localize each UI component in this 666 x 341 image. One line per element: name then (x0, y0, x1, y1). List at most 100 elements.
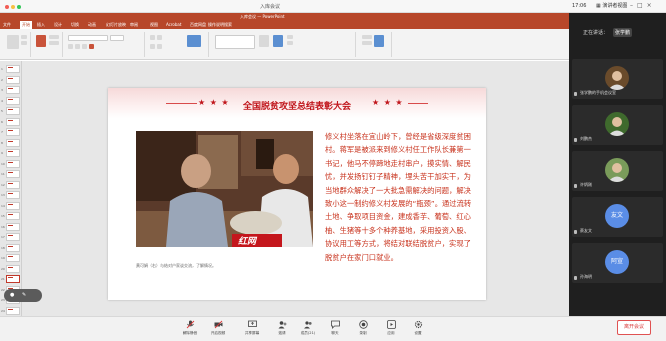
participant-card[interactable]: 刘鹏杰 (572, 105, 663, 145)
slide-thumbnail[interactable] (6, 159, 20, 168)
smartart-icon[interactable] (187, 35, 201, 47)
ribbon-tab[interactable]: Acrobat (166, 22, 181, 27)
slide-thumbnail[interactable] (6, 264, 20, 273)
toolbar-button[interactable]: 开启视频 (206, 320, 230, 340)
ribbon-tab[interactable]: 百度网盘 (190, 22, 206, 28)
font-family-select[interactable] (68, 35, 108, 41)
slide-thumbnail[interactable] (6, 201, 20, 210)
ribbon-tabs: 文件 开始 插入 设计 切换 动画 幻灯片放映 审阅 视图 Acrobat 百度网盘 操作说明搜索 (0, 21, 569, 29)
font-color-icon[interactable] (89, 44, 94, 49)
slide-thumbnail[interactable] (6, 117, 20, 126)
close-icon[interactable]: × (647, 2, 656, 9)
slide-thumbnail[interactable] (6, 149, 20, 157)
toolbar-button[interactable]: 录制 (351, 320, 375, 340)
slide-thumbnail[interactable] (6, 170, 20, 178)
slide-thumbnail[interactable] (6, 254, 20, 262)
window-controls[interactable]: –□× (630, 2, 656, 9)
quick-styles-icon[interactable] (273, 35, 283, 47)
slide-thumbnail[interactable] (6, 65, 20, 73)
ribbon-tab[interactable]: 操作说明搜索 (208, 22, 232, 28)
participant-card[interactable]: 许炳刚 (572, 151, 663, 191)
slide[interactable]: ★ ★ ★ ★ ★ ★ 全国脱贫攻坚总结表彰大会 红网 黄可娟（右）与结对户家谈… (108, 88, 486, 300)
maximize-icon[interactable]: □ (637, 2, 647, 9)
paste-icon[interactable] (7, 35, 19, 49)
slide-thumbnail[interactable] (6, 75, 20, 84)
slide-thumbnail-pane[interactable]: 1 2 3 4 5 6 7 8 9 10 11 12 13 14 15 16 17 18 19 20 21 22 23 24 (0, 61, 22, 316)
avatar: 阿宣 (605, 250, 629, 274)
camera-off-icon (214, 320, 223, 329)
underline-icon[interactable] (82, 44, 87, 49)
bullets-icon[interactable] (150, 35, 155, 40)
toolbar-button-label: 解除静音 (182, 331, 198, 335)
ribbon-tab[interactable]: 动画 (88, 22, 96, 28)
ribbon-tab[interactable]: 幻灯片放映 (106, 22, 126, 28)
ribbon-toolbar (0, 29, 569, 60)
toolbar-button[interactable]: 成员(21) (296, 320, 320, 340)
new-slide-icon[interactable] (36, 35, 46, 47)
slide-thumbnail[interactable] (6, 107, 20, 115)
reset-icon[interactable] (49, 41, 59, 45)
slide-thumbnail[interactable] (6, 222, 20, 231)
italic-icon[interactable] (75, 44, 80, 49)
thumbnail-number: 24 (1, 308, 5, 313)
font-size-select[interactable] (110, 35, 124, 41)
toolbar-button[interactable]: 共享屏幕 (240, 320, 264, 340)
meeting-title-bar: 入库会议 17:06 ▦ 演讲者视图 –□× (0, 0, 666, 13)
align-left-icon[interactable] (150, 44, 155, 49)
thumbnail-number: 3 (1, 88, 3, 92)
annotation-toolbar[interactable]: ● ✎ (4, 289, 42, 302)
thumbnail-number: 18 (1, 245, 5, 250)
dictate-icon[interactable] (374, 35, 384, 47)
layout-icon[interactable] (49, 35, 59, 39)
font-group (65, 32, 145, 57)
participant-card[interactable]: 友文 蔡友文 (572, 197, 663, 237)
toolbar-button[interactable]: 聊天 (323, 320, 347, 340)
slide-thumbnail[interactable] (6, 86, 20, 94)
toolbar-button[interactable]: 解除静音 (178, 320, 202, 340)
ribbon-tab[interactable]: 设计 (54, 22, 62, 28)
slide-thumbnail[interactable] (6, 233, 20, 241)
participant-name: 刘鹏杰 (580, 136, 592, 141)
slide-thumbnail[interactable] (6, 180, 20, 189)
ribbon-tab[interactable]: 审阅 (130, 22, 138, 28)
toolbar-button[interactable]: 设置 (406, 320, 430, 340)
align-center-icon[interactable] (157, 44, 162, 49)
mic-off-icon (186, 320, 195, 329)
ribbon-tab[interactable]: 开始 (20, 21, 32, 29)
slide-thumbnail[interactable] (6, 243, 20, 252)
minimize-icon[interactable]: – (630, 2, 637, 9)
thumbnail-number: 4 (1, 98, 3, 103)
participant-card[interactable]: 张学鹏的手机会议室 (572, 59, 663, 99)
slide-thumbnail[interactable] (6, 212, 20, 220)
arrange-icon[interactable] (259, 35, 269, 47)
numbering-icon[interactable] (157, 35, 162, 40)
slide-thumbnail[interactable] (6, 275, 20, 283)
ribbon-tab[interactable]: 文件 (3, 22, 11, 28)
apps-icon (386, 320, 396, 329)
participant-name: 许炳刚 (580, 182, 592, 187)
slide-thumbnail[interactable] (6, 138, 20, 147)
toolbar-button[interactable]: 应用 (379, 320, 403, 340)
slide-thumbnail[interactable] (6, 306, 20, 315)
slide-thumbnail[interactable] (6, 96, 20, 105)
shapes-gallery[interactable] (215, 35, 255, 49)
photo-graphic (136, 131, 313, 247)
annotation-pen-icon[interactable]: ✎ (22, 292, 26, 298)
leave-meeting-button[interactable]: 离开会议 (617, 320, 651, 335)
copy-icon[interactable] (21, 41, 27, 45)
shape-outline-icon[interactable] (287, 41, 293, 45)
ribbon-tab[interactable]: 插入 (37, 22, 45, 28)
paragraph-group (147, 32, 209, 57)
ribbon-tab[interactable]: 视图 (150, 22, 158, 28)
cut-icon[interactable] (21, 35, 27, 39)
view-switch-button[interactable]: ▦ 演讲者视图 (596, 2, 627, 9)
slide-thumbnail[interactable] (6, 128, 20, 136)
participant-card[interactable]: 阿宣 孙海明 (572, 243, 663, 283)
shape-fill-icon[interactable] (287, 35, 293, 39)
ribbon-tab[interactable]: 切换 (71, 22, 79, 28)
bold-icon[interactable] (68, 44, 73, 49)
annotation-mic-icon[interactable]: ● (10, 292, 14, 298)
toolbar-button[interactable]: 邀请 (270, 320, 294, 340)
slide-thumbnail[interactable] (6, 191, 20, 199)
slide-body-text[interactable]: 修义村坐落在宜山岭下，曾经是省级深度贫困村。蒋军是被派来到修义村任工作队长兼第一… (325, 130, 477, 264)
